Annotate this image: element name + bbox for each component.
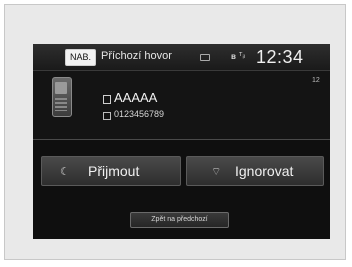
signal-icon: ᵀᵢₗ <box>239 51 246 60</box>
ignore-label: Ignorovat <box>235 163 294 179</box>
mail-icon <box>200 54 210 61</box>
mobile-phone-icon <box>52 77 72 117</box>
nav-button[interactable]: NAB. <box>65 49 97 66</box>
display-screen: NAB. Příchozí hovor ʙ ᵀᵢₗ 12:34 AAAAA 01… <box>33 44 330 239</box>
back-button[interactable]: Zpět na předchozí <box>130 212 229 228</box>
accept-call-icon: ☾ <box>60 166 70 178</box>
screen-frame: NAB. Příchozí hovor ʙ ᵀᵢₗ 12:34 AAAAA 01… <box>4 4 346 260</box>
caller-name: AAAAA <box>114 90 158 105</box>
page-title: Příchozí hovor <box>101 50 172 62</box>
ignore-button[interactable]: ⌔ Ignorovat <box>186 156 324 186</box>
clock: 12:34 <box>256 47 304 67</box>
contact-icon <box>103 95 111 104</box>
phone-number-icon <box>103 112 111 120</box>
status-bar: NAB. Příchozí hovor ʙ ᵀᵢₗ 12:34 <box>33 44 330 71</box>
ignore-call-icon: ⌔ <box>211 166 222 178</box>
bluetooth-icon: ʙ <box>231 52 236 61</box>
signal-count: 12 <box>312 77 320 84</box>
caller-number: 0123456789 <box>114 109 165 119</box>
caller-info: AAAAA 0123456789 12 <box>33 71 330 140</box>
accept-label: Přijmout <box>88 163 140 179</box>
accept-button[interactable]: ☾ Přijmout <box>41 156 181 186</box>
